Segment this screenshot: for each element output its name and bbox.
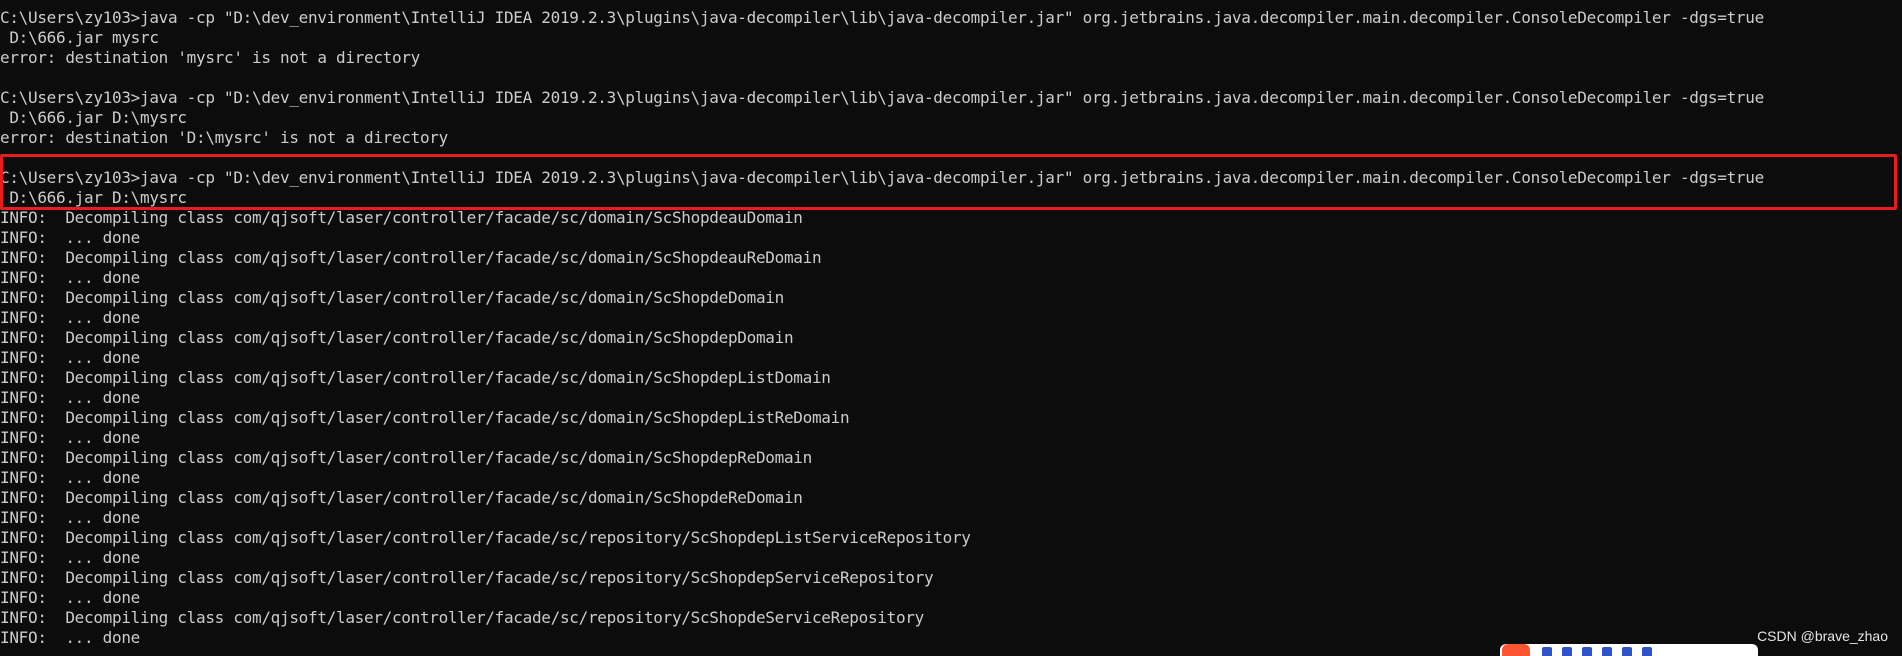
image-icon[interactable] — [1602, 647, 1612, 656]
grid-icon[interactable] — [1642, 647, 1652, 656]
edit-icon[interactable] — [1622, 647, 1632, 656]
comment-icon[interactable] — [1562, 647, 1572, 656]
console-line: D:\666.jar D:\mysrc — [0, 188, 187, 207]
csdn-logo-icon — [1502, 644, 1530, 656]
console-line: INFO: ... done — [0, 388, 140, 407]
console-line: INFO: ... done — [0, 588, 140, 607]
console-line: INFO: ... done — [0, 228, 140, 247]
console-line: INFO: Decompiling class com/qjsoft/laser… — [0, 528, 971, 547]
console-line: C:\Users\zy103>java -cp "D:\dev_environm… — [0, 8, 1764, 27]
console-line: INFO: ... done — [0, 468, 140, 487]
console-line: INFO: ... done — [0, 348, 140, 367]
console-line: INFO: ... done — [0, 508, 140, 527]
console-line: INFO: Decompiling class com/qjsoft/laser… — [0, 208, 803, 227]
console-line: INFO: Decompiling class com/qjsoft/laser… — [0, 448, 812, 467]
console-line: INFO: ... done — [0, 268, 140, 287]
console-line: C:\Users\zy103>java -cp "D:\dev_environm… — [0, 88, 1764, 107]
console-line: error: destination 'D:\mysrc' is not a d… — [0, 128, 448, 147]
console-window[interactable]: C:\Users\zy103>java -cp "D:\dev_environm… — [0, 0, 1902, 656]
console-line: D:\666.jar mysrc — [0, 28, 159, 47]
console-line: INFO: Decompiling class com/qjsoft/laser… — [0, 368, 831, 387]
console-line: INFO: Decompiling class com/qjsoft/laser… — [0, 288, 784, 307]
console-line: INFO: ... done — [0, 548, 140, 567]
console-line: INFO: Decompiling class com/qjsoft/laser… — [0, 568, 934, 587]
console-line: INFO: Decompiling class com/qjsoft/laser… — [0, 608, 924, 627]
star-icon[interactable] — [1542, 647, 1552, 656]
console-line: INFO: Decompiling class com/qjsoft/laser… — [0, 488, 803, 507]
watermark: CSDN @brave_zhao — [1757, 628, 1888, 644]
console-line: INFO: Decompiling class com/qjsoft/laser… — [0, 248, 822, 267]
console-line: INFO: Decompiling class com/qjsoft/laser… — [0, 408, 850, 427]
console-line: C:\Users\zy103>java -cp "D:\dev_environm… — [0, 168, 1764, 187]
console-line: error: destination 'mysrc' is not a dire… — [0, 48, 420, 67]
console-output: C:\Users\zy103>java -cp "D:\dev_environm… — [0, 8, 1902, 648]
floating-toolbar[interactable] — [1500, 644, 1758, 656]
console-line: INFO: Decompiling class com/qjsoft/laser… — [0, 328, 794, 347]
console-line: INFO: ... done — [0, 428, 140, 447]
console-line: INFO: ... done — [0, 308, 140, 327]
console-line: D:\666.jar D:\mysrc — [0, 108, 187, 127]
share-icon[interactable] — [1582, 647, 1592, 656]
